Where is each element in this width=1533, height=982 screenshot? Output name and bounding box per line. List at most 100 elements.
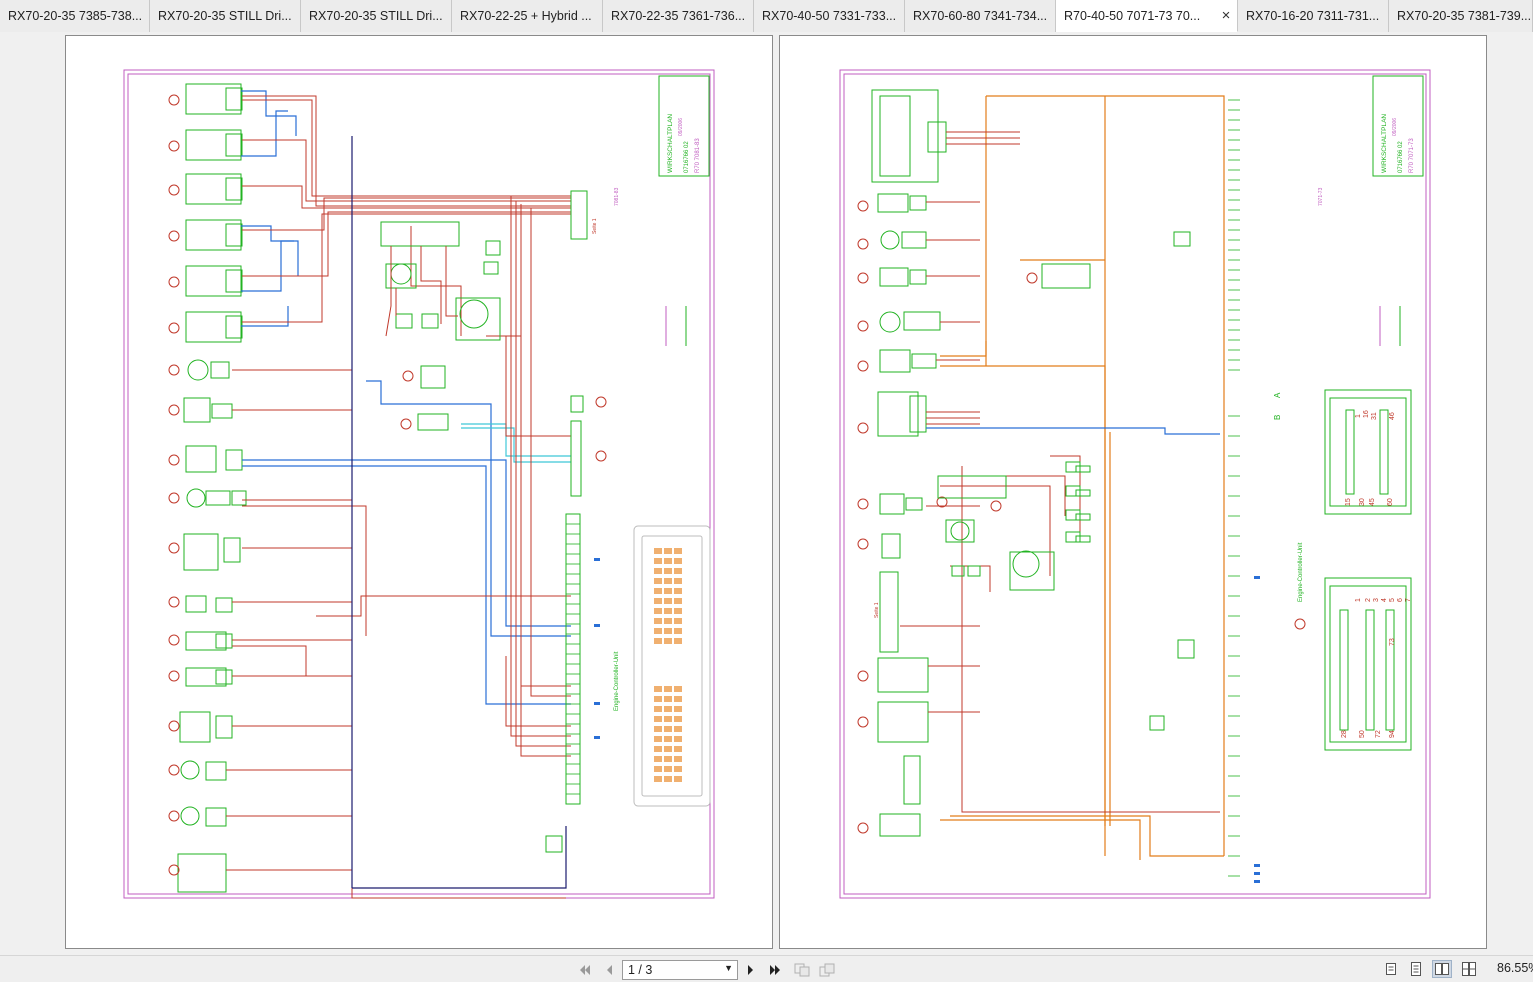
page-navigation-toolbar: 1 / 3 ▼ 86.55% bbox=[0, 955, 1533, 982]
document-tab[interactable]: RX70-60-80 7341-734... bbox=[905, 0, 1056, 32]
component-column bbox=[177, 83, 247, 893]
pin-number: 15 bbox=[1345, 498, 1352, 506]
title-block-model: R70 7081-83 bbox=[695, 138, 701, 173]
pin-number: 30 bbox=[1359, 498, 1366, 506]
title-block-title: WIRKSCHALTPLAN bbox=[1381, 114, 1388, 173]
two-page-view-icon[interactable] bbox=[1432, 960, 1452, 978]
tab-label: RX70-20-35 7381-739... bbox=[1397, 9, 1532, 23]
pin-number: 73 bbox=[1389, 638, 1396, 646]
pin-number: 60 bbox=[1387, 498, 1394, 506]
title-block-doc-number: 0716766 02 bbox=[1398, 141, 1404, 173]
tab-label: R70-40-50 7071-73 70... bbox=[1064, 8, 1201, 23]
tab-label: RX70-22-35 7361-736... bbox=[611, 9, 746, 23]
wiring-diagram-left: WIRKSCHALTPLAN 09/2006 0716766 02 R70 70… bbox=[123, 69, 715, 899]
pin-number: 16 bbox=[1363, 410, 1370, 418]
pin-number: 2 bbox=[1365, 598, 1372, 602]
title-block-model: R70 7071-73 bbox=[1409, 138, 1415, 173]
title-block: WIRKSCHALTPLAN 09/2006 0716766 02 R70 70… bbox=[658, 75, 710, 177]
ecu-pin-strip-bottom bbox=[1228, 415, 1240, 877]
document-tab-bar: RX70-20-35 7385-738... RX70-20-35 STILL … bbox=[0, 0, 1533, 32]
ecu-label: Engine-Controller-Unit bbox=[1298, 542, 1304, 602]
ecu-pin-strip-top bbox=[1228, 99, 1240, 371]
tab-label: RX70-60-80 7341-734... bbox=[913, 9, 1048, 23]
tab-label: RX70-20-35 STILL Dri... bbox=[158, 9, 292, 23]
title-block-date: 09/2006 bbox=[678, 118, 684, 136]
go-forward-view-icon[interactable] bbox=[816, 961, 838, 979]
title-block-doc-number: 0716766 02 bbox=[684, 141, 690, 173]
drawing-frame bbox=[123, 69, 715, 899]
legend-lines bbox=[665, 306, 687, 346]
document-tab[interactable]: RX70-20-35 7381-739... bbox=[1389, 0, 1533, 32]
prev-page-icon[interactable] bbox=[598, 961, 620, 979]
pin-number: 50 bbox=[1359, 730, 1366, 738]
pin-number: 31 bbox=[1371, 412, 1378, 420]
red-wires bbox=[226, 95, 571, 899]
pin-diagram-a bbox=[1324, 389, 1412, 515]
pin-number: 28 bbox=[1341, 730, 1348, 738]
single-page-view-icon[interactable] bbox=[1381, 960, 1401, 978]
chevron-down-icon: ▼ bbox=[724, 963, 733, 973]
orange-harness bbox=[940, 95, 1225, 860]
document-tab[interactable]: RX70-16-20 7311-731... bbox=[1238, 0, 1389, 32]
tab-label: RX70-40-50 7331-733... bbox=[762, 9, 897, 23]
tab-label: RX70-20-35 7385-738... bbox=[8, 9, 143, 23]
title-block: WIRKSCHALTPLAN 09/2006 0716766 02 R70 70… bbox=[1372, 75, 1424, 177]
pin-number: 1 bbox=[1355, 598, 1362, 602]
close-tab-icon[interactable]: × bbox=[1217, 7, 1235, 25]
last-page-icon[interactable] bbox=[764, 961, 786, 979]
pdf-page-right: WIRKSCHALTPLAN 09/2006 0716766 02 R70 70… bbox=[779, 35, 1487, 949]
centre-components bbox=[380, 221, 501, 431]
pin-diagram-b-labels: 1 2 3 4 5 6 7 28 50 72 94 73 bbox=[1341, 598, 1412, 738]
document-viewer[interactable]: WIRKSCHALTPLAN 09/2006 0716766 02 R70 70… bbox=[0, 33, 1533, 955]
document-tab[interactable]: RX70-20-35 7385-738... bbox=[0, 0, 150, 32]
wiring-diagram-right: WIRKSCHALTPLAN 09/2006 0716766 02 R70 70… bbox=[839, 69, 1431, 899]
ecu-label: Engine-Controller-Unit bbox=[614, 651, 620, 711]
red-wires bbox=[900, 131, 1220, 813]
connector-label: 7081-83 bbox=[614, 187, 620, 206]
document-tab[interactable]: RX70-22-25 + Hybrid ... bbox=[452, 0, 603, 32]
document-tab[interactable]: RX70-40-50 7331-733... bbox=[754, 0, 905, 32]
page-number-select[interactable]: 1 / 3 ▼ bbox=[622, 960, 738, 980]
centre-components bbox=[937, 231, 1195, 731]
ecu-letters: A B bbox=[1273, 392, 1282, 420]
tab-label: RX70-22-25 + Hybrid ... bbox=[460, 9, 592, 23]
blue-wires bbox=[926, 427, 1220, 435]
pin-number: 3 bbox=[1373, 598, 1380, 602]
pin-number: 7 bbox=[1405, 598, 1412, 602]
document-tab[interactable]: RX70-20-35 STILL Dri... bbox=[150, 0, 301, 32]
pin-number: 46 bbox=[1389, 412, 1396, 420]
page-number-value: 1 / 3 bbox=[628, 963, 653, 977]
pin-number: 6 bbox=[1397, 598, 1404, 602]
pin-number: 5 bbox=[1389, 598, 1396, 602]
document-tab-active[interactable]: R70-40-50 7071-73 70... × bbox=[1056, 0, 1238, 32]
connector-label: 7071-73 bbox=[1318, 187, 1324, 206]
pdf-page-left: WIRKSCHALTPLAN 09/2006 0716766 02 R70 70… bbox=[65, 35, 773, 949]
ecu-connector-pins bbox=[654, 548, 682, 782]
continuous-view-icon[interactable] bbox=[1406, 960, 1426, 978]
pin-diagram-b bbox=[1324, 577, 1412, 751]
title-block-date: 09/2006 bbox=[1392, 118, 1398, 136]
ecu-blue-markers bbox=[1254, 576, 1260, 883]
seite-connectors bbox=[545, 190, 588, 853]
tab-label: RX70-16-20 7311-731... bbox=[1246, 9, 1380, 23]
ecu-bank-letter: A bbox=[1273, 392, 1282, 398]
title-block-title: WIRKSCHALTPLAN bbox=[667, 114, 674, 173]
document-tab[interactable]: RX70-20-35 STILL Dri... bbox=[301, 0, 452, 32]
zoom-level[interactable]: 86.55% bbox=[1497, 961, 1533, 975]
ecu-pin-rows bbox=[566, 523, 580, 795]
first-page-icon[interactable] bbox=[574, 961, 596, 979]
document-tab[interactable]: RX70-22-35 7361-736... bbox=[603, 0, 754, 32]
pin-number: 1 bbox=[1355, 414, 1362, 418]
pin-number: 72 bbox=[1375, 730, 1382, 738]
navy-harness bbox=[351, 136, 567, 889]
drawing-frame bbox=[839, 69, 1431, 899]
seite-label: Seite 1 bbox=[874, 602, 880, 618]
tab-label: RX70-20-35 STILL Dri... bbox=[309, 9, 443, 23]
pin-number: 4 bbox=[1381, 598, 1388, 602]
legend-lines bbox=[1379, 306, 1401, 346]
ecu-blue-markers bbox=[594, 558, 600, 739]
two-page-continuous-view-icon[interactable] bbox=[1459, 960, 1479, 978]
go-back-view-icon[interactable] bbox=[791, 961, 813, 979]
component-markers bbox=[857, 200, 1306, 834]
next-page-icon[interactable] bbox=[740, 961, 762, 979]
